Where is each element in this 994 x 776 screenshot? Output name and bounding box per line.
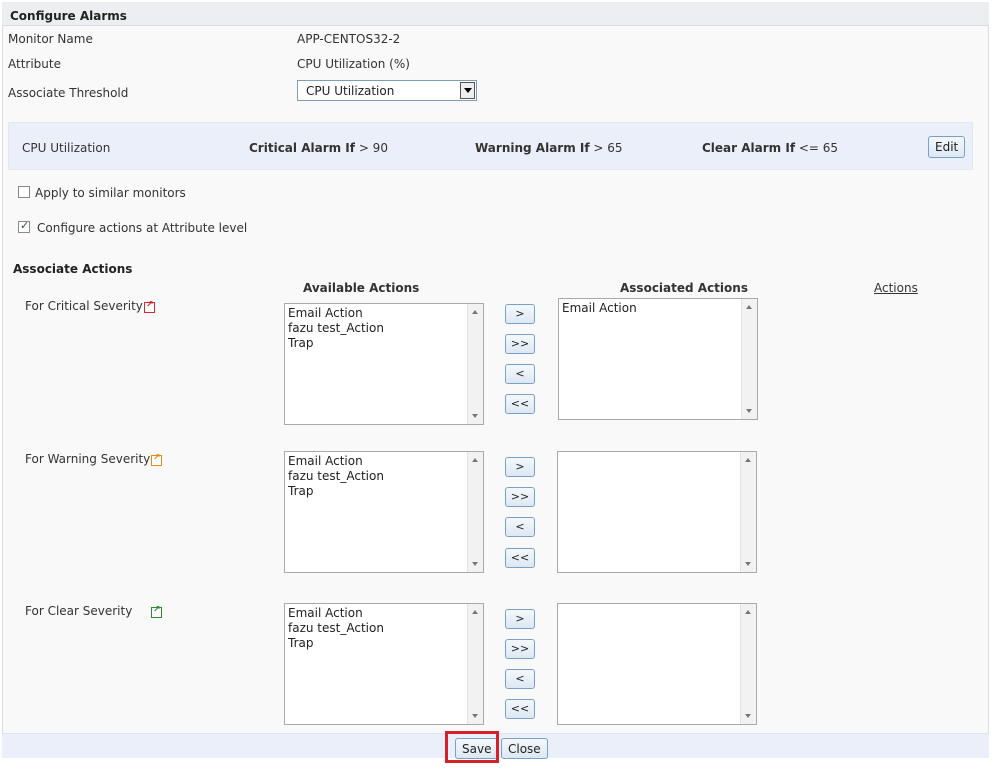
warning-condition-value: > 65 [593, 141, 623, 155]
critical-severity-label: For Critical Severity [25, 299, 143, 313]
list-item[interactable]: Trap [288, 336, 313, 350]
clear-remove-button[interactable]: < [505, 669, 535, 689]
save-highlight-box [445, 731, 499, 763]
clear-available-list[interactable]: Email Action fazu test_Action Trap [284, 603, 484, 725]
warning-available-list[interactable]: Email Action fazu test_Action Trap [284, 451, 484, 573]
list-item[interactable]: fazu test_Action [288, 621, 384, 635]
critical-remove-button[interactable]: < [505, 364, 535, 384]
critical-add-button[interactable]: > [505, 304, 535, 324]
scrollbar[interactable] [467, 604, 483, 724]
scrollbar[interactable] [467, 304, 483, 424]
clear-severity-icon [151, 605, 162, 618]
critical-available-list[interactable]: Email Action fazu test_Action Trap [284, 303, 484, 425]
monitor-name-value: APP-CENTOS32-2 [297, 32, 401, 46]
clear-remove-all-button[interactable]: << [505, 699, 535, 719]
warning-add-button[interactable]: > [505, 457, 535, 477]
clear-condition-label: Clear Alarm If [702, 141, 796, 155]
scrollbar[interactable] [467, 452, 483, 572]
critical-condition: Critical Alarm If > 90 [249, 141, 388, 155]
configure-attribute-checkbox[interactable] [18, 219, 30, 233]
list-item[interactable]: fazu test_Action [288, 469, 384, 483]
critical-condition-value: > 90 [358, 141, 388, 155]
list-item[interactable]: Email Action [562, 301, 637, 315]
scrollbar[interactable] [740, 604, 756, 724]
warning-remove-all-button[interactable]: << [505, 548, 535, 568]
dropdown-arrow-icon[interactable] [460, 82, 475, 99]
list-item[interactable]: Trap [288, 636, 313, 650]
configure-attribute-label: Configure actions at Attribute level [37, 221, 248, 235]
associate-threshold-select[interactable]: CPU Utilization [297, 80, 477, 101]
warning-severity-label: For Warning Severity [25, 452, 151, 466]
critical-condition-label: Critical Alarm If [249, 141, 355, 155]
attribute-value: CPU Utilization (%) [297, 57, 410, 71]
associate-threshold-label: Associate Threshold [8, 86, 129, 100]
list-item[interactable]: Email Action [288, 606, 363, 620]
configure-alarms-panel [2, 2, 989, 758]
edit-threshold-button[interactable]: Edit [928, 136, 966, 158]
list-item[interactable]: Email Action [288, 306, 363, 320]
critical-associated-list[interactable]: Email Action [558, 298, 758, 420]
warning-associated-list[interactable] [557, 451, 757, 573]
threshold-selected-value: CPU Utilization [306, 84, 395, 98]
associate-actions-title: Associate Actions [13, 262, 133, 276]
clear-severity-label: For Clear Severity [25, 604, 133, 618]
warning-severity-icon [151, 453, 162, 466]
warning-condition: Warning Alarm If > 65 [475, 141, 623, 155]
monitor-name-label: Monitor Name [8, 32, 93, 46]
close-button[interactable]: Close [501, 738, 548, 759]
clear-associated-list[interactable] [557, 603, 757, 725]
list-item[interactable]: Trap [288, 484, 313, 498]
clear-condition: Clear Alarm If <= 65 [702, 141, 838, 155]
scrollbar[interactable] [740, 452, 756, 572]
warning-remove-button[interactable]: < [505, 517, 535, 537]
threshold-summary-bar: CPU Utilization Critical Alarm If > 90 W… [8, 122, 973, 170]
panel-title: Configure Alarms [10, 9, 127, 23]
apply-similar-label: Apply to similar monitors [35, 186, 186, 200]
clear-add-all-button[interactable]: >> [505, 639, 535, 659]
scrollbar[interactable] [741, 299, 757, 419]
attribute-label: Attribute [8, 57, 61, 71]
warning-add-all-button[interactable]: >> [505, 487, 535, 507]
apply-similar-checkbox[interactable] [18, 186, 30, 198]
clear-add-button[interactable]: > [505, 609, 535, 629]
panel-header: Configure Alarms [2, 2, 989, 26]
critical-remove-all-button[interactable]: << [505, 394, 535, 414]
list-item[interactable]: fazu test_Action [288, 321, 384, 335]
list-item[interactable]: Email Action [288, 454, 363, 468]
critical-add-all-button[interactable]: >> [505, 334, 535, 354]
threshold-name: CPU Utilization [22, 141, 111, 155]
associated-actions-header: Associated Actions [620, 281, 748, 295]
warning-condition-label: Warning Alarm If [475, 141, 590, 155]
critical-severity-icon [144, 300, 155, 313]
actions-link[interactable]: Actions [874, 281, 918, 295]
clear-condition-value: <= 65 [798, 141, 839, 155]
available-actions-header: Available Actions [303, 281, 420, 295]
